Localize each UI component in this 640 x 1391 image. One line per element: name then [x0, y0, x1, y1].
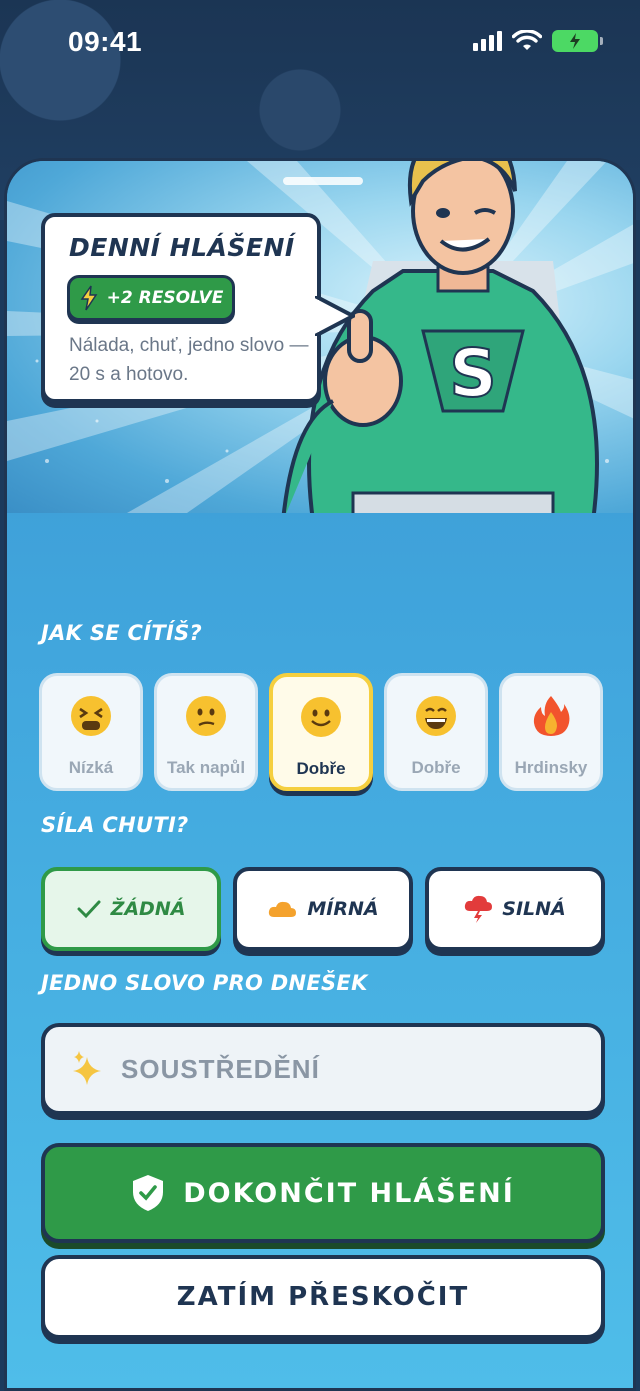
status-time: 09:41	[68, 26, 143, 57]
mood-section-label: JAK SE CÍTÍŠ?	[41, 621, 202, 645]
lightning-icon	[80, 285, 98, 311]
craving-option-label: MÍRNÁ	[307, 898, 379, 920]
craving-option-none-selected[interactable]: ŽÁDNÁ	[41, 867, 221, 951]
craving-section-label: SÍLA CHUTI?	[41, 813, 189, 837]
daily-report-sheet: S DENNÍ HLÁŠENÍ +2 RESOLVE Nálada, chuť,…	[4, 158, 636, 1391]
status-icons	[473, 30, 603, 52]
mood-options: Nízká Tak napůl Dobře Dobře Hrdinsky	[39, 673, 605, 793]
speech-bubble-tail	[315, 296, 355, 336]
shield-check-icon	[133, 1175, 164, 1211]
grinning-face-icon	[416, 696, 456, 736]
hero-banner: S DENNÍ HLÁŠENÍ +2 RESOLVE Nálada, chuť,…	[7, 161, 633, 513]
check-icon	[77, 900, 101, 919]
mood-option-label: Dobře	[296, 759, 346, 778]
report-title: DENNÍ HLÁŠENÍ	[69, 233, 295, 262]
mood-option-label: Hrdinsky	[514, 758, 588, 777]
mood-option-good-selected[interactable]: Dobře	[269, 673, 373, 791]
mood-option-so-so[interactable]: Tak napůl	[154, 673, 258, 791]
sheet-grabber[interactable]	[283, 177, 363, 185]
resolve-badge: +2 RESOLVE	[67, 275, 235, 321]
word-input-field[interactable]	[41, 1023, 605, 1115]
fire-icon	[533, 696, 570, 736]
craving-options: ŽÁDNÁ MÍRNÁ SILNÁ	[39, 867, 607, 957]
word-section-label: JEDNO SLOVO PRO DNEŠEK	[41, 971, 368, 995]
status-bar: 09:41	[0, 0, 640, 90]
svg-text:S: S	[449, 335, 497, 412]
craving-option-mild[interactable]: MÍRNÁ	[233, 867, 413, 951]
cloud-icon	[269, 901, 297, 917]
mood-option-great[interactable]: Dobře	[384, 673, 488, 791]
tired-face-icon	[71, 696, 111, 736]
craving-option-label: SILNÁ	[502, 898, 566, 920]
mood-option-heroic[interactable]: Hrdinsky	[499, 673, 603, 791]
confused-face-icon	[186, 696, 226, 736]
mood-option-label: Tak napůl	[166, 758, 246, 777]
craving-option-strong[interactable]: SILNÁ	[425, 867, 605, 951]
battery-charging-icon	[552, 30, 603, 52]
skip-button[interactable]: ZATÍM PŘESKOČIT	[41, 1255, 605, 1339]
finish-report-label: DOKONČIT HLÁŠENÍ	[183, 1177, 515, 1209]
smiling-face-icon	[301, 697, 341, 737]
craving-option-label: ŽÁDNÁ	[110, 898, 186, 920]
resolve-badge-label: +2 RESOLVE	[106, 288, 224, 308]
sparkles-icon	[73, 1051, 101, 1085]
finish-report-button[interactable]: DOKONČIT HLÁŠENÍ	[41, 1143, 605, 1243]
cellular-signal-icon	[473, 31, 502, 51]
storm-cloud-icon	[465, 895, 493, 923]
report-description: Nálada, chuť, jedno slovo — 20 s a hotov…	[69, 335, 309, 385]
mood-option-label: Dobře	[411, 758, 461, 777]
skip-label: ZATÍM PŘESKOČIT	[176, 1282, 470, 1312]
speech-bubble: DENNÍ HLÁŠENÍ +2 RESOLVE Nálada, chuť, j…	[41, 213, 321, 403]
mood-option-label: Nízká	[68, 758, 114, 777]
word-input[interactable]	[121, 1053, 561, 1085]
mood-option-low[interactable]: Nízká	[39, 673, 143, 791]
wifi-icon	[512, 30, 542, 50]
